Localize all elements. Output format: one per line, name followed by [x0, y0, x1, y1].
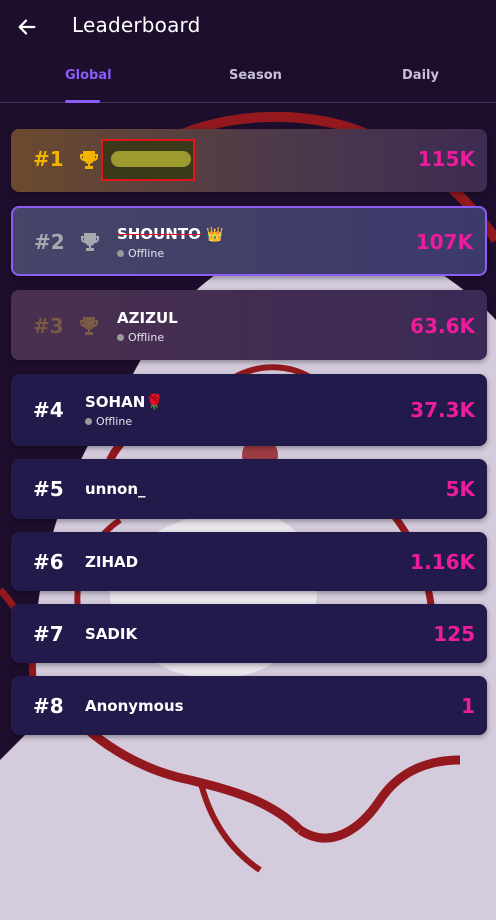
rank-label: #2: [34, 230, 65, 254]
leaderboard-row[interactable]: #2 SHOUNTO 👑 Offline 107K: [11, 206, 487, 276]
tab-daily[interactable]: Daily: [402, 68, 439, 83]
status-badge: Offline: [117, 247, 164, 260]
arrow-left-icon[interactable]: [16, 16, 38, 38]
rank-label: #1: [33, 147, 64, 171]
leaderboard-row[interactable]: #1 115K: [11, 129, 487, 192]
username: unnon_: [85, 480, 146, 498]
username: ZIHAD: [85, 553, 139, 571]
score-value: 125: [433, 622, 475, 646]
status-text: Offline: [128, 247, 165, 260]
username: SOHAN🌹: [85, 393, 164, 411]
score-value: 107K: [415, 230, 473, 254]
offline-dot-icon: [117, 334, 124, 341]
username: SADIK: [85, 625, 138, 643]
rank-label: #3: [33, 314, 64, 338]
offline-dot-icon: [117, 250, 124, 257]
rank-label: #7: [33, 622, 64, 646]
rank-label: #8: [33, 694, 64, 718]
redacted-username: [101, 139, 195, 181]
username-text: SOHAN: [85, 393, 146, 411]
tab-season[interactable]: Season: [229, 68, 282, 83]
username: Anonymous: [85, 697, 184, 715]
rank-label: #4: [33, 398, 64, 422]
leaderboard-row[interactable]: #7 SADIK 125: [11, 604, 487, 663]
rose-icon: 🌹: [145, 393, 164, 411]
leaderboard-row[interactable]: #6 ZIHAD 1.16K: [11, 532, 487, 591]
leaderboard-row[interactable]: #8 Anonymous 1: [11, 676, 487, 735]
leaderboard-row[interactable]: #4 SOHAN🌹 Offline 37.3K: [11, 374, 487, 446]
gold-trophy-icon: [80, 151, 98, 169]
score-value: 5K: [445, 477, 475, 501]
status-badge: Offline: [85, 415, 132, 428]
bronze-trophy-icon: [80, 317, 98, 335]
score-value: 37.3K: [410, 398, 475, 422]
crown-icon: 👑: [206, 227, 224, 243]
username: SHOUNTO 👑: [117, 225, 224, 243]
leaderboard-row[interactable]: #5 unnon_ 5K: [11, 459, 487, 519]
status-text: Offline: [96, 415, 133, 428]
tab-global[interactable]: Global: [65, 68, 112, 83]
active-tab-indicator: [65, 100, 100, 103]
score-value: 1: [461, 694, 475, 718]
page-title: Leaderboard: [72, 13, 201, 37]
leaderboard-row[interactable]: #3 AZIZUL Offline 63.6K: [11, 290, 487, 360]
offline-dot-icon: [85, 418, 92, 425]
username-text: SHOUNTO: [117, 225, 201, 243]
score-value: 1.16K: [410, 550, 475, 574]
rank-label: #5: [33, 477, 64, 501]
score-value: 63.6K: [410, 314, 475, 338]
status-badge: Offline: [117, 331, 164, 344]
tab-bar: Global Season Daily: [0, 58, 496, 103]
rank-label: #6: [33, 550, 64, 574]
status-text: Offline: [128, 331, 165, 344]
score-value: 115K: [417, 147, 475, 171]
app-header: Leaderboard: [0, 0, 496, 56]
username: AZIZUL: [117, 309, 178, 327]
silver-trophy-icon: [81, 233, 99, 251]
